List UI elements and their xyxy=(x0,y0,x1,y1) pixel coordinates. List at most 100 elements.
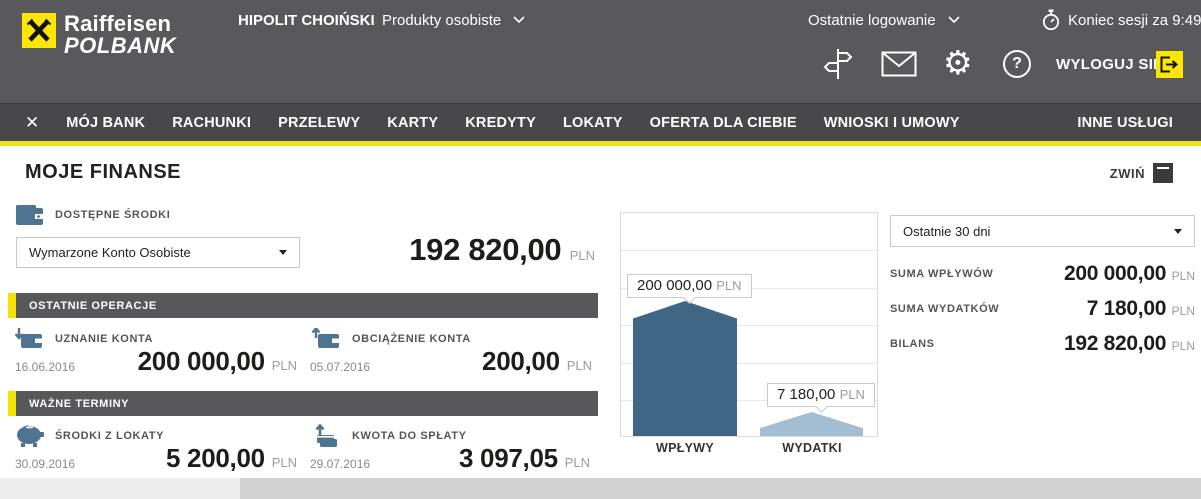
currency-label: PLN xyxy=(716,278,741,293)
amount-value: 5 200,00 xyxy=(166,443,265,473)
home-cross-icon[interactable]: ✕ xyxy=(25,114,39,131)
last-login-label: Ostatnie logowanie xyxy=(808,12,936,29)
nav-item-karty[interactable]: KARTY xyxy=(387,115,438,131)
mail-icon[interactable] xyxy=(881,51,917,77)
wallet-icon xyxy=(15,205,45,227)
user-name: HIPOLIT CHOIŃSKI xyxy=(238,12,375,29)
help-icon[interactable]: ? xyxy=(1003,50,1031,78)
account-select[interactable]: Wymarzone Konto Osobiste xyxy=(16,237,300,268)
top-header: Raiffeisen POLBANK HIPOLIT CHOIŃSKI Prod… xyxy=(0,0,1201,103)
deposit-label: ŚRODKI Z LOKATY xyxy=(55,430,164,442)
logout-icon[interactable] xyxy=(1156,51,1183,78)
deposit-date: 30.09.2016 xyxy=(15,457,75,471)
tooltip-amount: 7 180,00 xyxy=(777,386,835,403)
recent-operations-header: OSTATNIE OPERACJE xyxy=(8,293,598,318)
inflow-axis-label: WPŁYWY xyxy=(633,441,737,455)
brand-subname: POLBANK xyxy=(64,35,176,57)
stopwatch-icon xyxy=(1041,9,1061,31)
horizontal-scrollbar xyxy=(0,478,1201,499)
nav-item-inne-uslugi[interactable]: INNE USŁUGI xyxy=(1077,115,1173,131)
amount-value: 192 820,00 xyxy=(409,232,561,267)
period-select[interactable]: Ostatnie 30 dni xyxy=(890,215,1195,247)
scrollbar-thumb[interactable] xyxy=(240,478,1201,499)
amount-value: 200,00 xyxy=(482,346,560,376)
page-title: MOJE FINANSE xyxy=(25,161,181,184)
period-select-value: Ostatnie 30 dni xyxy=(903,224,990,239)
outflow-axis-label: WYDATKI xyxy=(760,441,864,455)
caret-down-icon xyxy=(279,250,287,255)
chevron-down-icon xyxy=(513,16,525,23)
brand-name: Raiffeisen xyxy=(64,13,176,35)
currency-label: PLN xyxy=(840,387,865,402)
currency-label: PLN xyxy=(567,358,592,373)
brand-text: Raiffeisen POLBANK xyxy=(64,13,176,58)
credit-date: 16.06.2016 xyxy=(15,360,75,374)
amount-value: 192 820,00 xyxy=(1064,332,1166,355)
yellow-accent xyxy=(8,391,16,416)
nav-item-wnioski[interactable]: WNIOSKI I UMOWY xyxy=(824,115,960,131)
outflow-bar[interactable] xyxy=(760,412,863,436)
nav-item-rachunki[interactable]: RACHUNKI xyxy=(172,115,251,131)
chevron-down-icon xyxy=(948,16,960,23)
currency-label: PLN xyxy=(1172,339,1195,353)
bank-logo[interactable]: Raiffeisen POLBANK xyxy=(22,13,176,58)
logout-button[interactable]: WYLOGUJ SIĘ xyxy=(1056,56,1163,73)
account-select-value: Wymarzone Konto Osobiste xyxy=(29,245,191,260)
nav-item-kredyty[interactable]: KREDYTY xyxy=(465,115,536,131)
summary-label: SUMA WPŁYWÓW xyxy=(890,268,993,280)
tooltip-amount: 200 000,00 xyxy=(637,277,712,294)
gridline xyxy=(621,250,877,251)
repayment-amount: 3 097,05 PLN xyxy=(459,443,590,474)
gear-icon[interactable]: ⚙ xyxy=(943,46,973,79)
debit-wallet-icon xyxy=(312,328,340,350)
deposit-amount: 5 200,00 PLN xyxy=(166,443,297,474)
inflow-tooltip: 200 000,00 PLN xyxy=(627,274,752,298)
amount-value: 3 097,05 xyxy=(459,443,558,473)
nav-item-moj-bank[interactable]: MÓJ BANK xyxy=(66,115,145,131)
currency-label: PLN xyxy=(1172,304,1195,318)
summary-amount: 7 180,00 PLN xyxy=(1087,297,1195,321)
currency-label: PLN xyxy=(565,455,590,470)
summary-amount: 192 820,00 PLN xyxy=(1064,332,1195,356)
nav-item-lokaty[interactable]: LOKATY xyxy=(563,115,623,131)
amount-value: 200 000,00 xyxy=(1064,262,1166,285)
available-funds-amount: 192 820,00 PLN xyxy=(409,232,595,268)
collapse-icon xyxy=(1153,163,1173,183)
summary-row-inflows: SUMA WPŁYWÓW 200 000,00 PLN xyxy=(890,259,1195,289)
summary-row-balance: BILANS 192 820,00 PLN xyxy=(890,329,1195,359)
repayment-label: KWOTA DO SPŁATY xyxy=(352,430,467,442)
caret-down-icon xyxy=(1174,229,1182,234)
available-funds-label: DOSTĘPNE ŚRODKI xyxy=(55,209,170,221)
last-login-menu[interactable]: Ostatnie logowanie xyxy=(808,12,960,29)
summary-label: BILANS xyxy=(890,338,935,350)
credit-label: UZNANIE KONTA xyxy=(55,333,153,345)
signpost-icon[interactable] xyxy=(820,47,856,81)
debit-amount: 200,00 PLN xyxy=(482,346,592,377)
repayment-date: 29.07.2016 xyxy=(310,457,370,471)
inflow-bar[interactable] xyxy=(633,301,737,436)
currency-label: PLN xyxy=(1172,269,1195,283)
outflow-tooltip: 7 180,00 PLN xyxy=(767,383,875,407)
currency-label: PLN xyxy=(570,248,595,263)
session-timer: Koniec sesji za 9:49 xyxy=(1068,12,1201,29)
currency-label: PLN xyxy=(272,455,297,470)
collapse-button[interactable]: ZWIŃ xyxy=(1110,163,1173,183)
amount-value: 200 000,00 xyxy=(138,346,265,376)
debit-date: 05.07.2016 xyxy=(310,360,370,374)
amount-value: 7 180,00 xyxy=(1087,297,1166,320)
piggy-bank-icon xyxy=(15,424,45,448)
important-dates-header: WAŻNE TERMINY xyxy=(8,391,598,416)
raiffeisen-cross-icon xyxy=(22,13,56,48)
collapse-label: ZWIŃ xyxy=(1110,166,1145,181)
my-finances-panel: MOJE FINANSE ZWIŃ DOSTĘPNE ŚRODKI Wymarz… xyxy=(0,146,1201,478)
products-menu[interactable]: Produkty osobiste xyxy=(382,12,525,29)
inflow-outflow-chart: 200 000,00 PLN 7 180,00 PLN xyxy=(620,212,878,437)
recent-operations-title: OSTATNIE OPERACJE xyxy=(29,300,157,312)
credit-amount: 200 000,00 PLN xyxy=(138,346,297,377)
yellow-accent xyxy=(8,293,16,318)
nav-item-oferta[interactable]: OFERTA DLA CIEBIE xyxy=(650,115,797,131)
products-menu-label: Produkty osobiste xyxy=(382,12,501,29)
nav-item-przelewy[interactable]: PRZELEWY xyxy=(278,115,360,131)
currency-label: PLN xyxy=(272,358,297,373)
banking-app: Raiffeisen POLBANK HIPOLIT CHOIŃSKI Prod… xyxy=(0,0,1201,499)
